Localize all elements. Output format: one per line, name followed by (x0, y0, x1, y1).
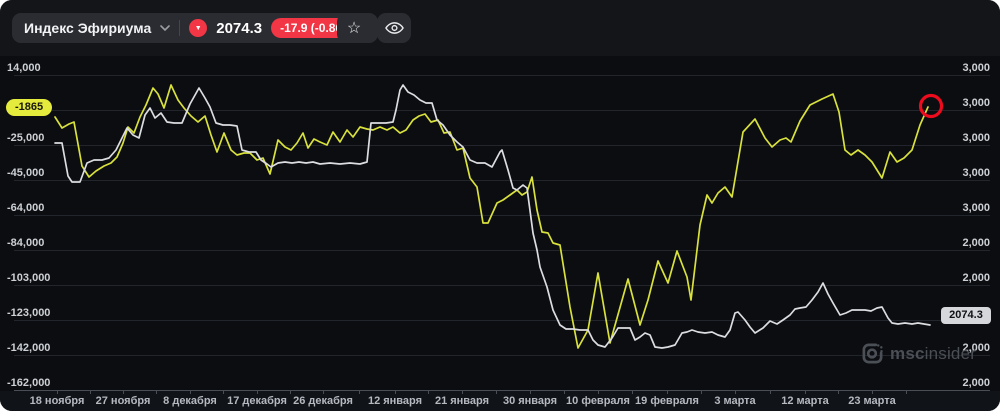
last-price: 2074.3 (216, 19, 263, 37)
x-axis-label: 12 января (368, 395, 422, 407)
eye-icon (384, 21, 404, 35)
x-axis-label: 23 марта (848, 395, 896, 407)
left-axis-label: -25,000 (7, 132, 44, 144)
divider (179, 20, 181, 36)
right-axis-label: 3,000 (962, 167, 990, 179)
left-axis-label: -103,000 (7, 272, 50, 284)
price-chart[interactable]: 14,000 -25,000 -45,000 -64,000 -84,000 -103,0… (0, 56, 1000, 411)
right-axis-label: 2,000 (962, 377, 990, 389)
instrument-selector[interactable]: Индекс Эфириума ▼ 2074.3 -17.9 (-0.86%) (12, 13, 378, 43)
chart-toolbar: Индекс Эфириума ▼ 2074.3 -17.9 (-0.86%) … (0, 0, 1000, 56)
price-down-icon: ▼ (189, 19, 208, 37)
right-axis-label: 2,000 (962, 237, 990, 249)
right-axis-label: 3,000 (962, 62, 990, 74)
right-axis-label: 3,000 (962, 97, 990, 109)
highlight-circle-annotation (918, 93, 944, 119)
left-axis-label: 14,000 (7, 62, 41, 74)
x-axis-label: 21 января (435, 395, 489, 407)
mscinsider-logo-icon (861, 342, 884, 365)
x-axis-label: 19 февраля (635, 395, 699, 407)
star-icon: ☆ (346, 20, 362, 37)
right-axis-label: 3,000 (962, 132, 990, 144)
x-axis-label: 27 ноября (96, 395, 151, 407)
left-axis-label: -162,000 (7, 377, 50, 389)
watermark: mscinsider (861, 342, 976, 365)
x-axis-label: 12 марта (781, 395, 829, 407)
x-axis-label: 3 марта (714, 395, 756, 407)
left-axis-label: -64,000 (7, 202, 44, 214)
chevron-down-icon (160, 25, 171, 31)
right-axis-label: 2,000 (962, 272, 990, 284)
current-value-badge-left: -1865 (6, 99, 53, 116)
current-value-badge-right: 2074.3 (941, 307, 991, 324)
x-axis-label: 26 декабря (293, 395, 353, 407)
left-axis-label: -123,000 (7, 307, 50, 319)
x-axis-label: 10 февраля (566, 395, 630, 407)
watch-button[interactable] (377, 13, 411, 43)
left-axis-label: -84,000 (7, 237, 44, 249)
x-axis-label: 8 декабря (163, 395, 217, 407)
instrument-title: Индекс Эфириума (24, 20, 152, 36)
left-axis-label: -142,000 (7, 342, 50, 354)
right-axis-label: 3,000 (962, 202, 990, 214)
trading-app-window: Индекс Эфириума ▼ 2074.3 -17.9 (-0.86%) … (0, 0, 1000, 411)
x-axis-label: 18 ноября (30, 395, 85, 407)
x-axis-label: 17 декабря (227, 395, 287, 407)
left-axis-label: -45,000 (7, 167, 44, 179)
watermark-text: mscinsider (890, 343, 977, 363)
x-axis-label: 30 января (503, 395, 557, 407)
favorite-button[interactable]: ☆ (337, 13, 371, 43)
